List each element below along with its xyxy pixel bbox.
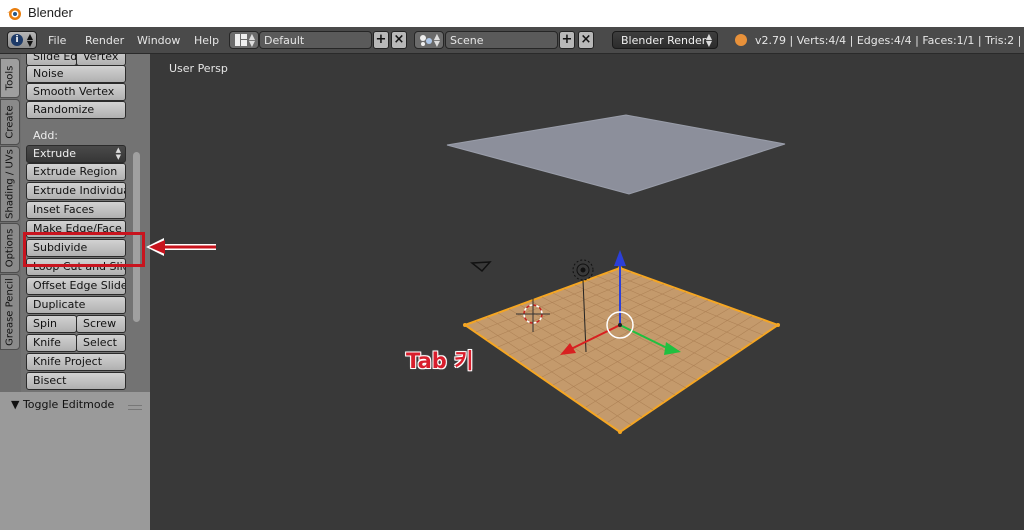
vertex bbox=[776, 323, 780, 327]
vertex bbox=[618, 430, 622, 434]
vertex bbox=[463, 323, 467, 327]
camera-icon bbox=[469, 261, 492, 273]
tab-key-annotation: Tab 키 bbox=[406, 349, 474, 373]
selected-plane bbox=[462, 266, 781, 434]
unselected-plane bbox=[446, 114, 786, 195]
subdivide-highlight bbox=[23, 232, 145, 267]
annotation-arrow-icon bbox=[146, 238, 216, 256]
viewport-scene bbox=[146, 114, 786, 434]
